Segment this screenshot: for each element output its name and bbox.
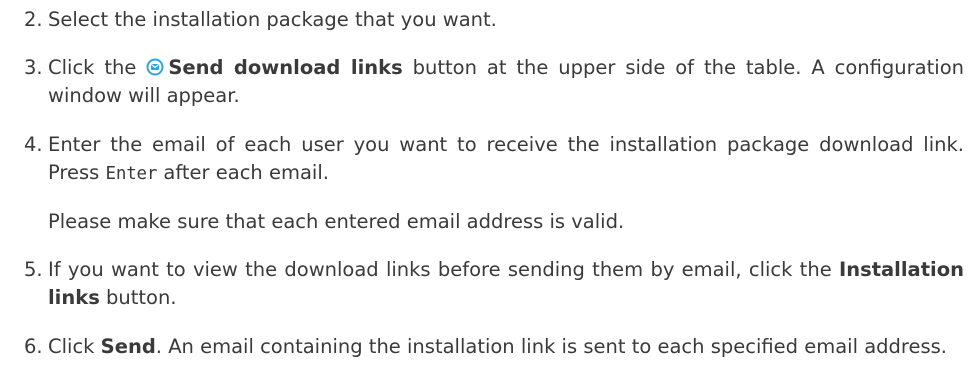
send-download-links-label: Send download links bbox=[168, 56, 403, 79]
document-page: 2. Select the installation package that … bbox=[0, 0, 978, 389]
step-text: Enter the email of each user you want to… bbox=[48, 131, 964, 188]
note-text: Please make sure that each entered email… bbox=[48, 210, 625, 233]
step-2: 2. Select the installation package that … bbox=[24, 6, 964, 34]
step-2-text: Select the installation package that you… bbox=[48, 8, 497, 31]
step-text: Select the installation package that you… bbox=[48, 6, 964, 34]
step-6-pre: Click bbox=[48, 335, 101, 358]
step-number: 4. bbox=[24, 133, 43, 156]
enter-key-label: Enter bbox=[105, 164, 158, 184]
step-number: 2. bbox=[24, 8, 43, 31]
step-3-pre: Click the bbox=[48, 56, 147, 79]
send-label: Send bbox=[100, 335, 156, 358]
send-email-icon bbox=[146, 56, 164, 76]
step-number: 6. bbox=[24, 335, 43, 358]
step-text: Click Send. An email containing the inst… bbox=[48, 333, 964, 361]
step-4-post: after each email. bbox=[157, 161, 329, 184]
step-6: 6. Click Send. An email containing the i… bbox=[24, 333, 964, 361]
step-text: If you want to view the download links b… bbox=[48, 256, 964, 312]
step-number: 3. bbox=[24, 56, 43, 79]
step-3: 3. Click the Send download links button … bbox=[24, 54, 964, 110]
step-5: 5. If you want to view the download link… bbox=[24, 256, 964, 312]
step-number: 5. bbox=[24, 258, 43, 281]
step-text: Click the Send download links button at … bbox=[48, 54, 964, 110]
step-4: 4. Enter the email of each user you want… bbox=[24, 131, 964, 188]
step-5-post: button. bbox=[99, 286, 177, 309]
step-6-post: . An email containing the installation l… bbox=[155, 335, 948, 358]
note-paragraph: Please make sure that each entered email… bbox=[48, 208, 624, 236]
step-5-pre: If you want to view the download links b… bbox=[48, 258, 839, 281]
